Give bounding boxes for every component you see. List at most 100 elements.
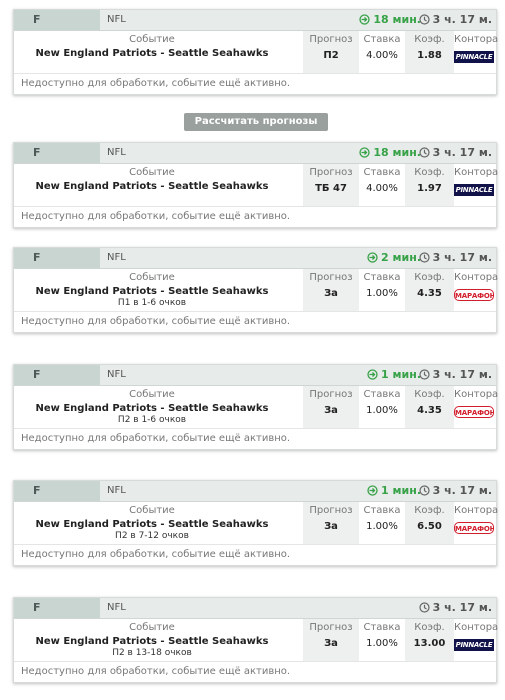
timer: 1 мин. (367, 368, 421, 381)
timer-text: 1 мин. (381, 484, 421, 497)
bet-card: F NFL 18 мин. 3 ч. 17 м. Событие New Eng… (13, 142, 499, 228)
coef-label: Коэф. (414, 167, 445, 178)
card-header: F NFL 3 ч. 17 м. (14, 598, 496, 619)
card-footer: Недоступно для обработки, событие ещё ак… (14, 207, 496, 227)
sport-badge: F (14, 481, 100, 501)
card-header: F NFL 1 мин. 3 ч. 17 м. (14, 365, 496, 386)
prediction-value: П2 (323, 50, 339, 61)
status-text: Недоступно для обработки, событие ещё ак… (21, 316, 291, 327)
sport-label: F (33, 13, 41, 26)
card-footer: Недоступно для обработки, событие ещё ак… (14, 429, 496, 449)
timer-icon (367, 252, 378, 263)
league-label: NFL (107, 147, 126, 158)
coef-label: Коэф. (414, 622, 445, 633)
marathon-logo[interactable]: МАРАФОН (454, 522, 494, 534)
card-footer: Недоступно для обработки, событие ещё ак… (14, 74, 496, 94)
coef-value: 1.88 (417, 50, 442, 61)
bet-card: F NFL 1 мин. 3 ч. 17 м. Событие New Engl… (13, 480, 498, 566)
card-header: F NFL 1 мин. 3 ч. 17 м. (14, 481, 496, 502)
sport-badge: F (14, 143, 100, 163)
sport-badge: F (14, 248, 100, 268)
card-header: F NFL 18 мин. 3 ч. 17 м. (14, 143, 496, 164)
event-label: Событие (129, 389, 175, 400)
pinnacle-logo[interactable]: PINNACLE (454, 639, 494, 651)
prediction-value: ТБ 47 (315, 183, 347, 194)
clock-icon (419, 485, 430, 496)
coef-label: Коэф. (414, 272, 445, 283)
stake-value: 4.00% (366, 50, 398, 61)
coef-value: 1.97 (417, 183, 442, 194)
prediction-label: Прогноз (309, 505, 353, 516)
time-left-text: 3 ч. 17 м. (432, 601, 492, 614)
stake-label: Ставка (363, 389, 401, 400)
timer-text: 18 мин. (373, 146, 421, 159)
bookmaker-label: Контора (454, 622, 499, 633)
sport-label: F (33, 601, 41, 614)
status-text: Недоступно для обработки, событие ещё ак… (21, 549, 291, 560)
event-title: New England Patriots - Seattle Seahawks (35, 48, 269, 59)
prediction-value: За (324, 288, 338, 299)
event-title: New England Patriots - Seattle Seahawks (35, 636, 269, 647)
league-label: NFL (107, 369, 126, 380)
coef-label: Коэф. (414, 34, 445, 45)
bet-row: Событие New England Patriots - Seattle S… (14, 619, 499, 662)
prediction-value: За (324, 405, 338, 416)
marathon-logo[interactable]: МАРАФОН (454, 406, 494, 418)
prediction-label: Прогноз (309, 272, 353, 283)
timer: 18 мин. (359, 146, 421, 159)
bet-row: Событие New England Patriots - Seattle S… (14, 502, 498, 545)
prediction-label: Прогноз (309, 34, 353, 45)
bet-row: Событие New England Patriots - Seattle S… (14, 386, 498, 429)
event-label: Событие (129, 505, 175, 516)
timer-icon (359, 14, 371, 25)
bet-card: F NFL 18 мин. 3 ч. 17 м. Событие New Eng… (13, 9, 499, 95)
status-text: Недоступно для обработки, событие ещё ак… (21, 78, 291, 89)
coef-label: Коэф. (414, 505, 445, 516)
event-title: New England Patriots - Seattle Seahawks (35, 519, 269, 530)
timer: 18 мин. (359, 13, 421, 26)
clock-icon (419, 369, 430, 380)
event-subtitle: П2 в 1-6 очков (117, 415, 187, 425)
event-label: Событие (129, 34, 175, 45)
timer: 2 мин. (367, 251, 421, 264)
pinnacle-logo[interactable]: PINNACLE (454, 184, 494, 196)
sport-badge: F (14, 10, 100, 30)
status-text: Недоступно для обработки, событие ещё ак… (21, 211, 291, 222)
time-left-text: 3 ч. 17 м. (432, 251, 492, 264)
sport-label: F (33, 146, 41, 159)
coef-value: 6.50 (417, 521, 442, 532)
coef-value: 13.00 (413, 638, 446, 649)
bookmaker-label: Контора (454, 167, 499, 178)
time-left-text: 3 ч. 17 м. (432, 13, 492, 26)
event-label: Событие (129, 167, 175, 178)
event-title: New England Patriots - Seattle Seahawks (35, 403, 269, 414)
bet-row: Событие New England Patriots - Seattle S… (14, 31, 499, 74)
event-subtitle: П2 в 13-18 очков (112, 648, 192, 658)
card-header: F NFL 18 мин. 3 ч. 17 м. (14, 10, 496, 31)
stake-value: 4.00% (366, 183, 398, 194)
coef-value: 4.35 (417, 405, 442, 416)
event-subtitle: П1 в 1-6 очков (117, 298, 187, 308)
bookmaker-label: Контора (454, 34, 499, 45)
sport-label: F (33, 484, 41, 497)
time-left-text: 3 ч. 17 м. (432, 484, 492, 497)
stake-value: 1.00% (366, 521, 398, 532)
time-left: 3 ч. 17 м. (419, 251, 492, 264)
stake-label: Ставка (363, 505, 401, 516)
time-left: 3 ч. 17 м. (419, 484, 492, 497)
pinnacle-logo[interactable]: PINNACLE (454, 51, 494, 63)
clock-icon (419, 602, 430, 613)
card-header: F NFL 2 мин. 3 ч. 17 м. (14, 248, 496, 269)
time-left: 3 ч. 17 м. (419, 601, 492, 614)
bet-card: F NFL 1 мин. 3 ч. 17 м. Событие New Engl… (13, 364, 498, 450)
prediction-label: Прогноз (309, 389, 353, 400)
prediction-label: Прогноз (309, 167, 353, 178)
league-label: NFL (107, 602, 126, 613)
card-footer: Недоступно для обработки, событие ещё ак… (14, 312, 496, 332)
stake-label: Ставка (363, 272, 401, 283)
calculate-predictions-button[interactable]: Рассчитать прогнозы (184, 113, 328, 131)
timer-icon (359, 147, 371, 158)
marathon-logo[interactable]: МАРАФОН (454, 289, 494, 301)
sport-label: F (33, 368, 41, 381)
league-label: NFL (107, 252, 126, 263)
